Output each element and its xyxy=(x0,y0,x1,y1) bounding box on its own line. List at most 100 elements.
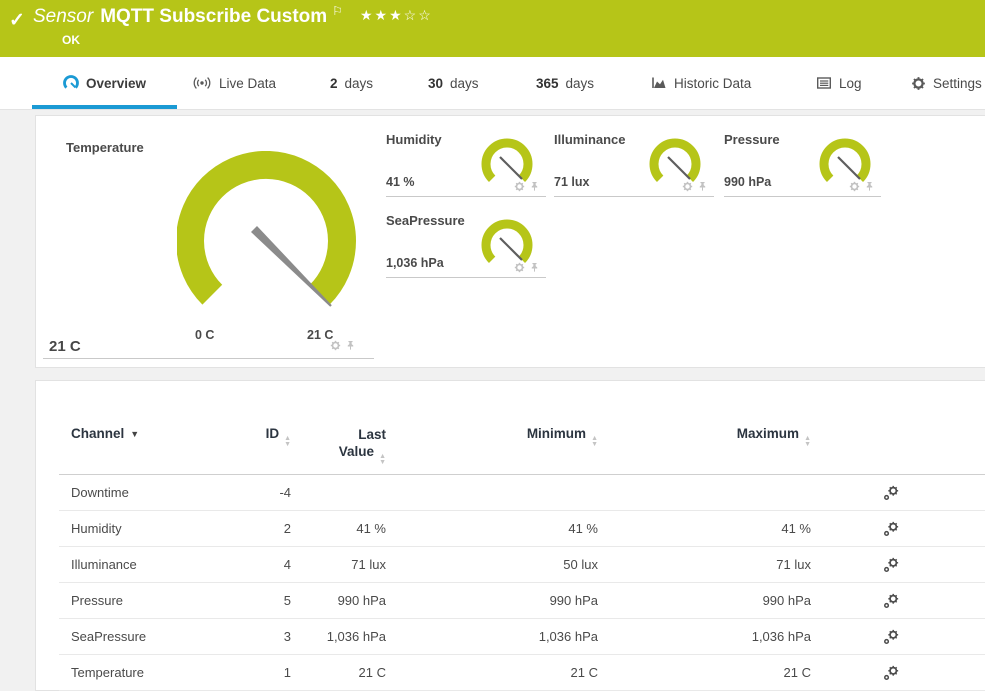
gauge-panel-seapressure[interactable]: SeaPressure 1,036 hPa xyxy=(386,205,546,278)
status-badge: OK xyxy=(62,33,80,47)
area-chart-icon xyxy=(651,75,667,91)
tab-2-days[interactable]: 2 days xyxy=(330,57,373,109)
gauge-panel-pressure[interactable]: Pressure 990 hPa xyxy=(724,124,881,197)
channel-name[interactable]: Pressure xyxy=(59,593,221,608)
tab-label: Log xyxy=(839,76,862,91)
gauge-needle xyxy=(500,238,522,260)
gauge-needle xyxy=(838,157,860,179)
channel-name[interactable]: Downtime xyxy=(59,485,221,500)
channel-settings-gear-icon[interactable] xyxy=(883,485,899,501)
gauge-title: Temperature xyxy=(66,140,144,155)
channel-maximum: 41 % xyxy=(598,521,811,536)
gauge-needle xyxy=(668,157,690,179)
table-row-seapressure[interactable]: SeaPressure 3 1,036 hPa 1,036 hPa 1,036 … xyxy=(59,619,985,655)
pin-icon[interactable] xyxy=(864,181,875,192)
channel-name[interactable]: Temperature xyxy=(59,665,221,680)
tab-label: Overview xyxy=(86,76,146,91)
channel-settings-gear-icon[interactable] xyxy=(883,593,899,609)
sensor-title-line: SensorMQTT Subscribe Custom⚐ xyxy=(33,6,343,28)
tab-365-days[interactable]: 365 days xyxy=(536,57,594,109)
tab-label: Settings xyxy=(933,76,982,91)
gauge-panel-humidity[interactable]: Humidity 41 % xyxy=(386,124,546,197)
table-row-humidity[interactable]: Humidity 2 41 % 41 % 41 % xyxy=(59,511,985,547)
channel-id: 5 xyxy=(221,593,291,608)
gauge-value: 71 lux xyxy=(554,175,589,189)
gauge-panel-temperature[interactable]: Temperature 0 C 21 C 21 C xyxy=(43,126,374,359)
table-row-illuminance[interactable]: Illuminance 4 71 lux 50 lux 71 lux xyxy=(59,547,985,583)
table-row-temperature[interactable]: Temperature 1 21 C 21 C 21 C xyxy=(59,655,985,691)
channel-name[interactable]: Humidity xyxy=(59,521,221,536)
column-header-id[interactable]: ID▲▼ xyxy=(221,426,291,446)
channel-minimum: 1,036 hPa xyxy=(386,629,598,644)
broadcast-icon xyxy=(192,76,212,90)
tab-live-data[interactable]: Live Data xyxy=(192,57,276,109)
channel-last-value: 990 hPa xyxy=(291,593,386,608)
tab-30-days[interactable]: 30 days xyxy=(428,57,479,109)
channel-id: -4 xyxy=(221,485,291,500)
channel-minimum: 41 % xyxy=(386,521,598,536)
table-row-downtime[interactable]: Downtime -4 xyxy=(59,475,985,511)
column-header-minimum[interactable]: Minimum▲▼ xyxy=(386,426,598,446)
sort-icon: ▲▼ xyxy=(804,436,811,448)
temperature-gauge xyxy=(177,151,363,337)
pin-icon[interactable] xyxy=(529,262,540,273)
channel-settings-gear-icon[interactable] xyxy=(883,557,899,573)
sensor-header: ✓ SensorMQTT Subscribe Custom⚐ ★★★☆☆ OK xyxy=(0,0,985,57)
gauge-value: 21 C xyxy=(49,338,81,355)
channel-maximum: 1,036 hPa xyxy=(598,629,811,644)
gauge-scale-min: 0 C xyxy=(195,328,214,342)
pin-icon[interactable] xyxy=(529,181,540,192)
gauge-title: Pressure xyxy=(724,132,780,147)
gauge-needle xyxy=(251,226,332,307)
tab-label: days xyxy=(566,76,595,91)
tab-overview[interactable]: Overview xyxy=(32,57,177,109)
channel-name[interactable]: Illuminance xyxy=(59,557,221,572)
gauge-value: 990 hPa xyxy=(724,175,771,189)
channel-last-value: 71 lux xyxy=(291,557,386,572)
channel-minimum: 21 C xyxy=(386,665,598,680)
channel-maximum: 71 lux xyxy=(598,557,811,572)
tab-number: 365 xyxy=(536,76,559,91)
tab-number: 30 xyxy=(428,76,443,91)
tab-historic-data[interactable]: Historic Data xyxy=(651,57,751,109)
gear-icon[interactable] xyxy=(514,262,525,273)
tab-log[interactable]: Log xyxy=(816,57,862,109)
gauge-value: 1,036 hPa xyxy=(386,256,444,270)
column-header-last-value[interactable]: Last Value▲▼ xyxy=(291,426,386,464)
sort-icon: ▲▼ xyxy=(284,436,291,448)
priority-stars[interactable]: ★★★☆☆ xyxy=(360,7,433,24)
gear-icon[interactable] xyxy=(330,340,341,351)
flag-icon[interactable]: ⚐ xyxy=(332,4,343,18)
table-row-pressure[interactable]: Pressure 5 990 hPa 990 hPa 990 hPa xyxy=(59,583,985,619)
channel-name[interactable]: SeaPressure xyxy=(59,629,221,644)
pin-icon[interactable] xyxy=(345,340,356,351)
tab-label: days xyxy=(450,76,479,91)
channel-id: 1 xyxy=(221,665,291,680)
gear-icon xyxy=(911,76,926,91)
pin-icon[interactable] xyxy=(697,181,708,192)
channel-last-value: 1,036 hPa xyxy=(291,629,386,644)
gauges-card: Temperature 0 C 21 C 21 C Humidity 41 % … xyxy=(35,115,985,368)
tab-label: Live Data xyxy=(219,76,276,91)
gear-icon[interactable] xyxy=(682,181,693,192)
column-header-channel[interactable]: Channel▼ xyxy=(59,426,221,441)
channel-id: 2 xyxy=(221,521,291,536)
page-title: MQTT Subscribe Custom xyxy=(100,6,327,27)
gauge-panel-illuminance[interactable]: Illuminance 71 lux xyxy=(554,124,714,197)
tab-label: Historic Data xyxy=(674,76,751,91)
channel-settings-gear-icon[interactable] xyxy=(883,521,899,537)
sort-icon: ▲▼ xyxy=(379,454,386,466)
tab-bar: Overview Live Data 2 days 30 days 365 da… xyxy=(0,57,985,110)
tab-number: 2 xyxy=(330,76,338,91)
column-header-maximum[interactable]: Maximum▲▼ xyxy=(598,426,811,446)
channel-minimum: 990 hPa xyxy=(386,593,598,608)
channel-settings-gear-icon[interactable] xyxy=(883,665,899,681)
sort-active-icon: ▼ xyxy=(130,429,139,439)
gear-icon[interactable] xyxy=(514,181,525,192)
tab-label: days xyxy=(345,76,374,91)
tab-settings[interactable]: Settings xyxy=(911,57,982,109)
channel-settings-gear-icon[interactable] xyxy=(883,629,899,645)
status-ok-check-icon: ✓ xyxy=(9,9,25,32)
sort-icon: ▲▼ xyxy=(591,436,598,448)
gear-icon[interactable] xyxy=(849,181,860,192)
